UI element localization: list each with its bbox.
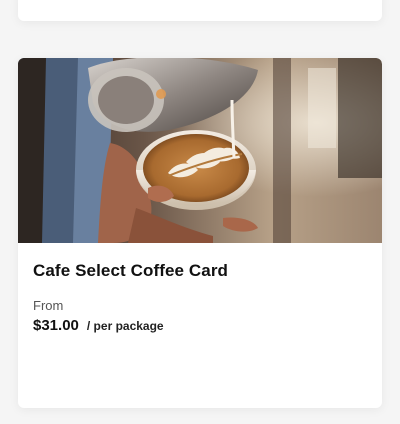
previous-product-card[interactable] (18, 0, 382, 21)
price-row: $31.00 / per package (33, 317, 164, 334)
latte-art-image (18, 58, 382, 243)
product-price: $31.00 (33, 317, 79, 334)
product-card[interactable]: Cafe Select Coffee Card From $31.00 / pe… (18, 58, 382, 408)
product-title: Cafe Select Coffee Card (33, 261, 229, 280)
price-unit: / per package (86, 319, 164, 333)
price-from-label: From (33, 298, 64, 313)
